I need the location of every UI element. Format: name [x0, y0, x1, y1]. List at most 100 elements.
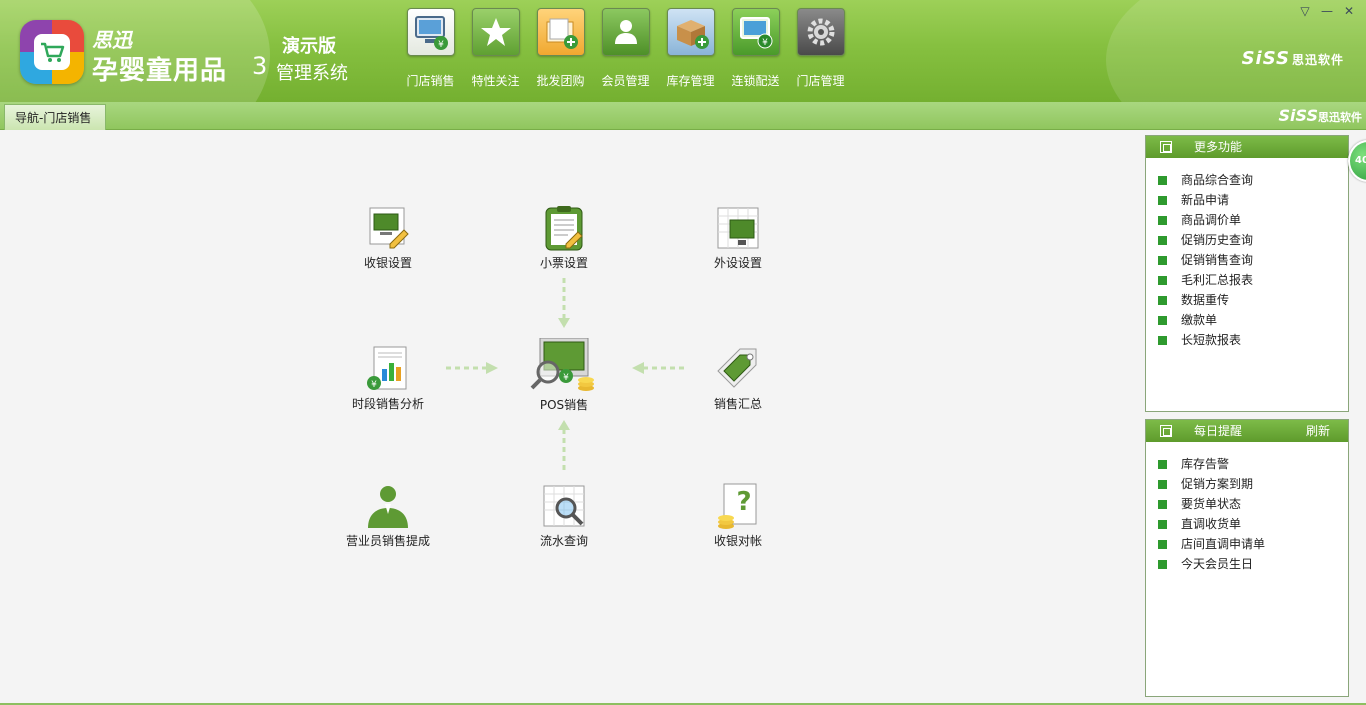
- toolbar-label: 门店销售: [406, 74, 455, 88]
- node-peripheral-settings[interactable]: 外设设置: [683, 204, 793, 271]
- node-receipt-settings[interactable]: 小票设置: [509, 204, 619, 271]
- arrow-up-icon: [558, 420, 570, 470]
- toolbar-wholesale[interactable]: 批发团购: [528, 8, 593, 92]
- svg-text:¥: ¥: [371, 380, 377, 390]
- panel-title: 更多功能: [1194, 140, 1243, 154]
- list-item[interactable]: 长短款报表: [1158, 330, 1348, 350]
- list-item[interactable]: 促销历史查询: [1158, 230, 1348, 250]
- list-item[interactable]: 今天会员生日: [1158, 554, 1348, 574]
- siss-logo: SiSS 思迅软件: [1242, 48, 1344, 69]
- refresh-button[interactable]: 刷新: [1306, 420, 1330, 442]
- node-label: 营业员销售提成: [345, 534, 430, 548]
- list-item[interactable]: 库存告警: [1158, 454, 1348, 474]
- toolbar-member-management[interactable]: 会员管理: [593, 8, 658, 92]
- node-cashier-settings[interactable]: 收银设置: [333, 204, 443, 271]
- app-header: 思迅 孕婴童用品 3 演示版 管理系统 ¥ 门店销售 特性关注 批发团购 会员管…: [0, 0, 1366, 102]
- svg-text:¥: ¥: [762, 38, 768, 48]
- node-clerk-commission[interactable]: 营业员销售提成: [333, 482, 443, 549]
- list-item[interactable]: 促销销售查询: [1158, 250, 1348, 270]
- list-item[interactable]: 直调收货单: [1158, 514, 1348, 534]
- star-icon: [472, 8, 520, 56]
- node-period-sales-analysis[interactable]: ¥ 时段销售分析: [333, 345, 443, 412]
- list-item[interactable]: 数据重传: [1158, 290, 1348, 310]
- daily-reminder-list: 库存告警 促销方案到期 要货单状态 直调收货单 店间直调申请单 今天会员生日: [1146, 442, 1348, 574]
- toolbar-store-sales[interactable]: ¥ 门店销售: [398, 8, 463, 92]
- toolbar-label: 库存管理: [666, 74, 715, 88]
- window-menu-button[interactable]: ▽: [1298, 4, 1312, 18]
- toolbar-inventory-management[interactable]: 库存管理: [658, 8, 723, 92]
- tab-navigation-store-sales[interactable]: 导航-门店销售: [4, 104, 107, 130]
- node-label: 流水查询: [539, 534, 588, 548]
- search-document-icon: [540, 482, 588, 530]
- gear-icon: [797, 8, 845, 56]
- node-label: 小票设置: [539, 256, 588, 270]
- brand-edition: 演示版: [282, 36, 336, 57]
- app-logo: [20, 20, 84, 84]
- toolbar-label: 会员管理: [601, 74, 650, 88]
- panel-title: 每日提醒: [1194, 424, 1243, 438]
- panel-collapse-icon[interactable]: [1160, 425, 1172, 437]
- close-button[interactable]: ✕: [1342, 4, 1356, 18]
- box-add-icon: [667, 8, 715, 56]
- list-item[interactable]: 要货单状态: [1158, 494, 1348, 514]
- more-functions-list: 商品综合查询 新品申请 商品调价单 促销历史查询 促销销售查询 毛利汇总报表 数…: [1146, 158, 1348, 350]
- siss-logo-sub: 思迅软件: [1291, 53, 1344, 67]
- toolbar-label: 批发团购: [536, 74, 585, 88]
- minimize-button[interactable]: —: [1320, 4, 1334, 18]
- pos-terminal-icon: ¥: [526, 338, 602, 394]
- floating-badge[interactable]: 40: [1348, 140, 1366, 182]
- brand-name-small: 思迅: [92, 28, 132, 52]
- node-label: 收银设置: [363, 256, 412, 270]
- node-cashier-reconcile[interactable]: ? 收银对帐: [683, 482, 793, 549]
- toolbar-store-management[interactable]: 门店管理: [788, 8, 853, 92]
- panel-collapse-icon[interactable]: [1160, 141, 1172, 153]
- list-item[interactable]: 店间直调申请单: [1158, 534, 1348, 554]
- brand-version-number: 3: [252, 52, 268, 80]
- list-item[interactable]: 缴款单: [1158, 310, 1348, 330]
- toolbar-label: 特性关注: [471, 74, 520, 88]
- more-functions-header: 更多功能: [1146, 136, 1348, 158]
- node-flow-query[interactable]: 流水查询: [509, 482, 619, 549]
- toolbar-special-focus[interactable]: 特性关注: [463, 8, 528, 92]
- list-item[interactable]: 促销方案到期: [1158, 474, 1348, 494]
- arrow-left-icon: [632, 362, 684, 374]
- list-item[interactable]: 商品调价单: [1158, 210, 1348, 230]
- folder-add-icon: [537, 8, 585, 56]
- navigation-canvas: 收银设置 小票设置 外设设置 ¥ 时段销售分析 ¥ POS销售 销售汇总 营业员…: [0, 130, 1140, 705]
- list-item[interactable]: 商品综合查询: [1158, 170, 1348, 190]
- brand-system-label: 管理系统: [276, 63, 348, 84]
- svg-text:¥: ¥: [563, 373, 569, 383]
- list-item[interactable]: 新品申请: [1158, 190, 1348, 210]
- toolbar-label: 门店管理: [796, 74, 845, 88]
- list-item[interactable]: 毛利汇总报表: [1158, 270, 1348, 290]
- nav-siss-text: SiSS: [1278, 106, 1318, 125]
- svg-text:¥: ¥: [438, 40, 444, 50]
- monitor-yen-icon: ¥: [732, 8, 780, 56]
- main-toolbar: ¥ 门店销售 特性关注 批发团购 会员管理 库存管理 ¥ 连锁配送 门店管理: [398, 8, 853, 92]
- siss-logo-text: SiSS: [1241, 48, 1290, 69]
- node-label: 外设设置: [713, 256, 762, 270]
- toolbar-chain-distribution[interactable]: ¥ 连锁配送: [723, 8, 788, 92]
- device-monitor-icon: [714, 204, 762, 252]
- node-pos-sales[interactable]: ¥ POS销售: [509, 338, 619, 413]
- price-tag-icon: [714, 345, 762, 393]
- node-label: 销售汇总: [713, 397, 762, 411]
- arrow-down-icon: [558, 278, 570, 328]
- window-controls: ▽ — ✕: [1298, 4, 1356, 18]
- daily-reminder-panel: 每日提醒 刷新 库存告警 促销方案到期 要货单状态 直调收货单 店间直调申请单 …: [1145, 419, 1349, 697]
- person-icon: [364, 482, 412, 530]
- pos-monitor-icon: ¥: [407, 8, 455, 56]
- node-sales-summary[interactable]: 销售汇总: [683, 345, 793, 412]
- toolbar-label: 连锁配送: [731, 74, 780, 88]
- nav-bar: 导航-门店销售 SiSS思迅软件: [0, 102, 1366, 130]
- report-chart-icon: ¥: [364, 345, 412, 393]
- arrow-right-icon: [446, 362, 498, 374]
- clipboard-icon: [540, 204, 588, 252]
- nav-siss-sub: 思迅软件: [1318, 111, 1362, 124]
- more-functions-panel: 更多功能 商品综合查询 新品申请 商品调价单 促销历史查询 促销销售查询 毛利汇…: [1145, 135, 1349, 412]
- svg-text:?: ?: [736, 487, 751, 517]
- cart-icon: [41, 42, 65, 62]
- brand-product-name: 孕婴童用品: [92, 56, 228, 86]
- question-coins-icon: ?: [714, 482, 762, 530]
- nav-siss-logo: SiSS思迅软件: [1279, 106, 1362, 125]
